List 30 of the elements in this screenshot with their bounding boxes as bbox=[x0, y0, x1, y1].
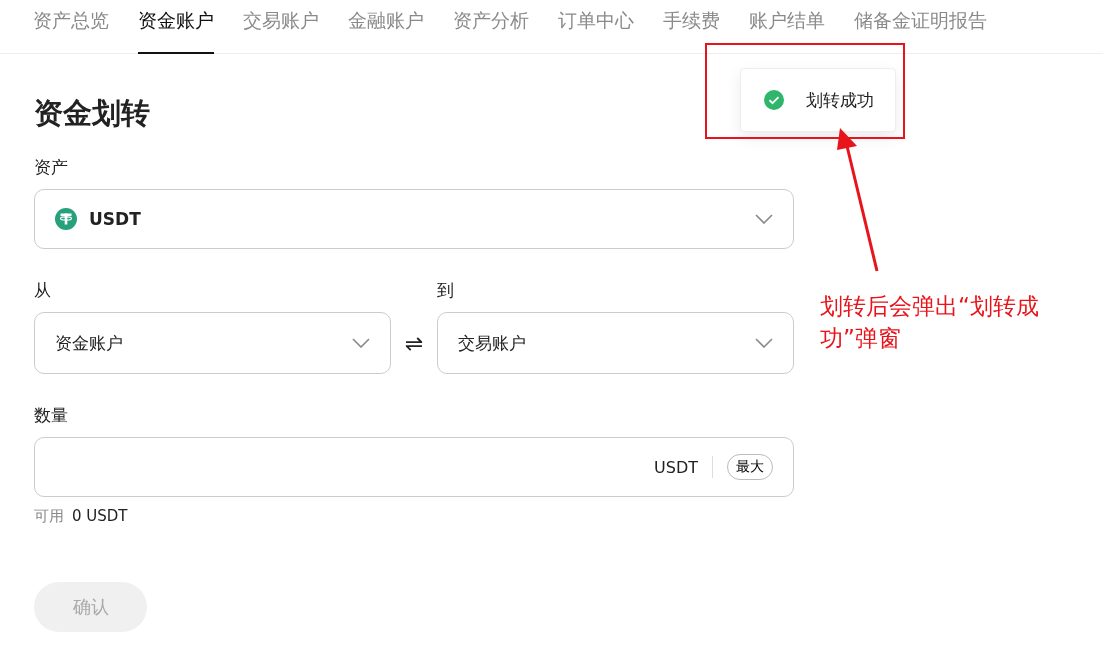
from-account-select[interactable]: 资金账户 bbox=[34, 312, 391, 374]
field-label: 资产 bbox=[34, 156, 69, 179]
chevron-down-icon bbox=[755, 214, 773, 224]
success-icon bbox=[764, 90, 784, 110]
nav-tab[interactable]: 金融账户 bbox=[348, 0, 424, 54]
nav-tab[interactable]: 账户结单 bbox=[749, 0, 825, 54]
nav-tab[interactable]: 手续费 bbox=[663, 0, 720, 54]
nav-tab[interactable]: 资产分析 bbox=[453, 0, 529, 54]
available-label: 可用 bbox=[34, 507, 64, 526]
nav-tab[interactable]: 储备金证明报告 bbox=[854, 0, 987, 54]
nav-tab[interactable]: 订单中心 bbox=[558, 0, 634, 54]
swap-button[interactable]: ⇌ bbox=[401, 312, 427, 374]
amount-field[interactable]: USDT 最大 bbox=[34, 437, 794, 497]
chevron-down-icon bbox=[755, 338, 773, 348]
annotation-text: 划转后会弹出“划转成功”弹窗 bbox=[820, 292, 1040, 353]
max-button[interactable]: 最大 bbox=[727, 454, 773, 480]
field-label: 到 bbox=[437, 279, 455, 302]
asset-select[interactable]: USDT bbox=[34, 189, 794, 249]
to-account-select[interactable]: 交易账户 bbox=[437, 312, 794, 374]
available-value: 0 USDT bbox=[72, 507, 128, 526]
nav-tab[interactable]: 资金账户 bbox=[138, 0, 214, 54]
nav-tab[interactable]: 交易账户 bbox=[243, 0, 319, 54]
nav-tab[interactable]: 资产总览 bbox=[33, 0, 109, 54]
chevron-down-icon bbox=[352, 338, 370, 348]
unit-label: USDT bbox=[654, 457, 698, 477]
page-title: 资金划转 bbox=[34, 95, 150, 132]
field-label: 从 bbox=[34, 279, 52, 302]
coin-icon bbox=[55, 208, 77, 230]
toast-text: 划转成功 bbox=[806, 88, 874, 112]
field-label: 数量 bbox=[34, 404, 69, 427]
